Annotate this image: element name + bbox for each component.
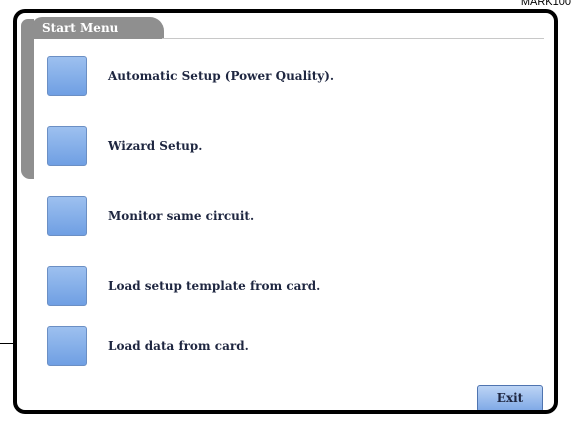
load-data-label: Load data from card.: [108, 339, 249, 353]
automatic-setup-label: Automatic Setup (Power Quality).: [108, 69, 335, 83]
load-data-button[interactable]: [47, 326, 87, 366]
figure-marker-label: MARK100: [520, 0, 571, 8]
start-menu-screen: Start Menu Automatic Setup (Power Qualit…: [17, 13, 554, 410]
side-decor-bar: [21, 19, 34, 179]
exit-button[interactable]: Exit: [477, 385, 543, 410]
monitor-same-circuit-button[interactable]: [47, 196, 87, 236]
device-screen-frame: Start Menu Automatic Setup (Power Qualit…: [13, 9, 558, 414]
wizard-setup-label: Wizard Setup.: [108, 139, 203, 153]
start-menu-title-tab: Start Menu: [32, 17, 164, 39]
automatic-setup-button[interactable]: [47, 56, 87, 96]
wizard-setup-button[interactable]: [47, 126, 87, 166]
monitor-same-circuit-label: Monitor same circuit.: [108, 209, 255, 223]
title-divider: [162, 38, 544, 39]
load-setup-template-label: Load setup template from card.: [108, 279, 321, 293]
load-setup-template-button[interactable]: [47, 266, 87, 306]
